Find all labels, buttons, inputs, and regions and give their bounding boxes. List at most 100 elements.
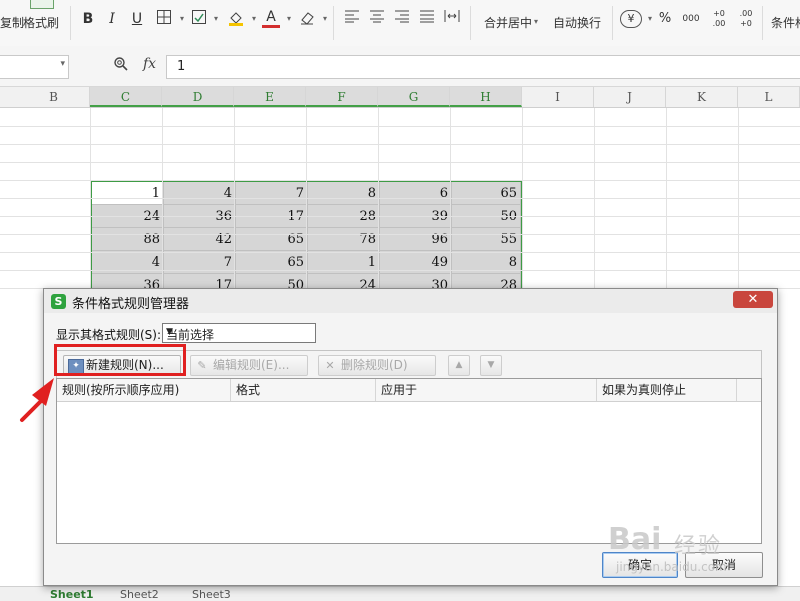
name-box[interactable]: ▾ [0, 55, 69, 79]
column-header-d[interactable]: D [162, 87, 234, 107]
grid-line [0, 144, 800, 145]
decrease-decimal-button[interactable]: .00 +0 [735, 9, 757, 29]
chevron-down-icon[interactable]: ▾ [280, 9, 298, 29]
triangle-up-icon: ▲ [455, 360, 463, 370]
distributed-align-icon[interactable] [443, 9, 461, 29]
rules-list[interactable]: 规则(按所示顺序应用) 格式 应用于 如果为真则停止 [56, 378, 762, 544]
close-button[interactable]: ✕ [733, 291, 773, 308]
move-down-button[interactable]: ▼ [480, 355, 502, 376]
clear-format-icon[interactable] [298, 9, 316, 29]
column-header-j[interactable]: J [594, 87, 666, 107]
format-painter-button[interactable]: 格式刷 [23, 14, 59, 32]
chevron-down-icon[interactable]: ▾ [245, 9, 263, 29]
table-cell[interactable]: 55 [452, 228, 521, 251]
edit-rule-button[interactable]: ✎ 编辑规则(E)... [190, 355, 308, 376]
sheet-tab-2[interactable]: Sheet2 [120, 588, 159, 601]
copy-button[interactable]: 复制 [0, 14, 24, 32]
wrap-text-button[interactable]: 自动换行 [553, 14, 601, 32]
thousands-separator-button[interactable]: 000 [680, 9, 702, 29]
column-header-g[interactable]: G [378, 87, 450, 107]
delete-rule-button[interactable]: ✕ 删除规则(D) [318, 355, 436, 376]
formula-bar: ▾ fx 1 [0, 46, 800, 87]
sheet-tab-3[interactable]: Sheet3 [192, 588, 231, 601]
column-header-b[interactable]: B [18, 87, 90, 107]
dialog-titlebar: S 条件格式规则管理器 ✕ [44, 289, 777, 313]
grid-line [0, 252, 800, 253]
grid-line [0, 126, 800, 127]
col-rule[interactable]: 规则(按所示顺序应用) [57, 379, 231, 401]
sheet-tabs: Sheet1 Sheet2 Sheet3 [0, 586, 800, 601]
chevron-down-icon[interactable]: ▾ [60, 59, 65, 69]
zoom-search-icon[interactable] [113, 56, 129, 76]
cancel-button[interactable]: 取消 [685, 552, 763, 578]
column-header-c[interactable]: C [90, 87, 162, 107]
column-headers: BCDEFGHIJKL [0, 87, 800, 108]
show-rules-select[interactable]: 当前选择 ▼ [162, 323, 316, 343]
table-cell[interactable]: 65 [236, 228, 308, 251]
edit-rule-label: 编辑规则(E)... [213, 358, 290, 372]
chevron-down-icon[interactable]: ▾ [207, 9, 225, 29]
merge-center-button[interactable]: 合并居中 [484, 14, 532, 32]
conditional-format-button[interactable]: 条件格 [771, 14, 800, 32]
col-applies-to[interactable]: 应用于 [376, 379, 597, 401]
fill-color-icon[interactable] [227, 9, 245, 29]
column-header-l[interactable]: L [738, 87, 800, 107]
table-cell[interactable]: 42 [164, 228, 236, 251]
formula-value: 1 [177, 59, 186, 74]
column-header-i[interactable]: I [522, 87, 594, 107]
table-cell[interactable]: 1 [92, 182, 164, 205]
chevron-down-icon[interactable]: ▾ [173, 9, 191, 29]
ok-button[interactable]: 确定 [602, 552, 678, 578]
edit-rule-icon: ✎ [197, 359, 207, 372]
new-rule-button[interactable]: ✦ 新建规则(N)... [63, 355, 181, 376]
align-left-icon[interactable] [343, 9, 361, 29]
table-cell[interactable]: 65 [452, 182, 521, 205]
percent-button[interactable]: % [656, 9, 674, 29]
font-color-button[interactable]: A [262, 9, 280, 28]
chevron-down-icon[interactable]: ▾ [534, 13, 538, 31]
sheet-tab-1[interactable]: Sheet1 [50, 588, 94, 601]
table-cell[interactable]: 6 [380, 182, 452, 205]
dialog-title: 条件格式规则管理器 [72, 297, 190, 312]
underline-button[interactable]: U [128, 9, 146, 29]
table-cell[interactable]: 88 [92, 228, 164, 251]
align-center-icon[interactable] [368, 9, 386, 29]
increase-decimal-button[interactable]: +0 .00 [708, 9, 730, 29]
grid-line [0, 162, 800, 163]
col-format[interactable]: 格式 [231, 379, 376, 401]
currency-button[interactable]: ¥ [620, 10, 642, 28]
table-cell[interactable]: 7 [236, 182, 308, 205]
ribbon-toolbar: 复制 格式刷 B I U ▾ ▾ ▾ A ▾ ▾ 合并居中 ▾ 自动换行 ¥ ▾… [0, 0, 800, 47]
bold-button[interactable]: B [79, 9, 97, 29]
new-rule-icon: ✦ [68, 359, 84, 374]
italic-button[interactable]: I [103, 9, 121, 29]
justify-icon[interactable] [418, 9, 436, 29]
rules-list-header: 规则(按所示顺序应用) 格式 应用于 如果为真则停止 [57, 379, 761, 402]
triangle-down-icon: ▼ [487, 360, 495, 370]
worksheet-grid[interactable]: 1 4 7 8 6 65 24 36 17 28 39 50 88 42 65 78 96 55 4 7 65 1 49 8 3… [0, 108, 800, 298]
column-header-f[interactable]: F [306, 87, 378, 107]
insert-function-button[interactable]: fx [143, 56, 156, 72]
formula-input[interactable]: 1 [166, 55, 800, 79]
ribbon-divider [762, 6, 763, 40]
format-painter-icon [30, 0, 54, 9]
move-up-button[interactable]: ▲ [448, 355, 470, 376]
column-header-e[interactable]: E [234, 87, 306, 107]
grid-line [0, 198, 800, 199]
column-header-h[interactable]: H [450, 87, 522, 107]
table-style-icon[interactable] [190, 9, 208, 29]
chevron-down-icon: ▼ [166, 327, 173, 337]
column-header-k[interactable]: K [666, 87, 738, 107]
table-cell[interactable]: 8 [308, 182, 380, 205]
border-icon[interactable] [155, 9, 173, 29]
align-right-icon[interactable] [393, 9, 411, 29]
grid-line [0, 180, 800, 181]
chevron-down-icon[interactable]: ▾ [316, 9, 334, 29]
col-stop-if-true[interactable]: 如果为真则停止 [597, 379, 737, 401]
grid-line [0, 216, 800, 217]
table-cell[interactable]: 78 [308, 228, 380, 251]
table-cell[interactable]: 96 [380, 228, 452, 251]
ribbon-divider [70, 6, 71, 40]
conditional-format-rules-manager-dialog: S 条件格式规则管理器 ✕ 显示其格式规则(S): 当前选择 ▼ ✦ 新建规则(… [43, 288, 778, 586]
table-cell[interactable]: 4 [164, 182, 236, 205]
